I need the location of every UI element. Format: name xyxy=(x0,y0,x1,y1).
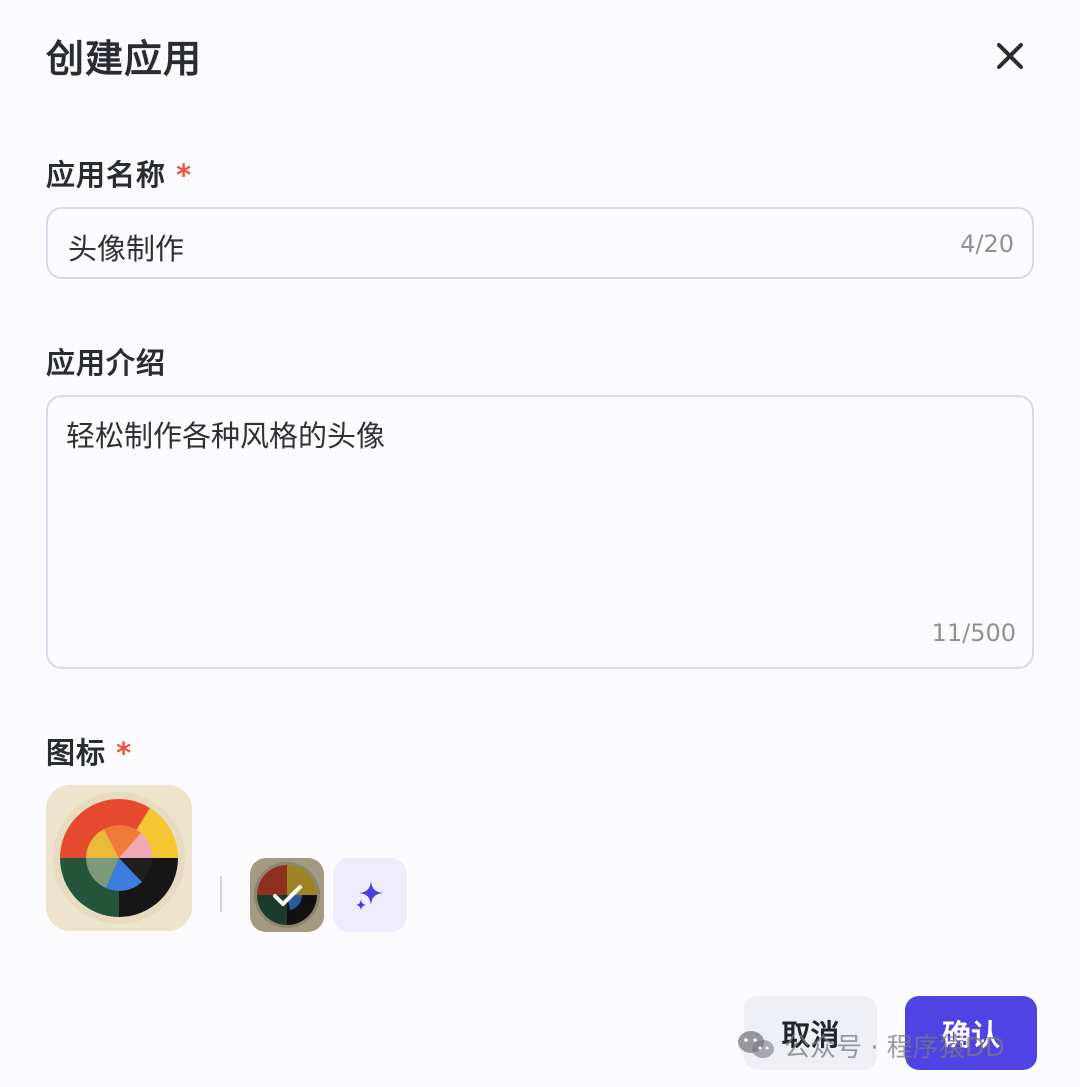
watermark-text: 公众号 · 程序猿DD xyxy=(784,1032,1005,1063)
check-icon xyxy=(273,885,302,906)
wechat-icon xyxy=(738,1031,774,1058)
required-mark: * xyxy=(116,736,133,770)
icon-option-selected[interactable] xyxy=(250,858,324,932)
close-button[interactable] xyxy=(986,32,1034,80)
color-wheel-avatar-icon xyxy=(53,792,185,924)
sparkle-icon xyxy=(356,881,383,910)
required-mark: * xyxy=(176,158,193,192)
icon-preview xyxy=(46,785,192,931)
app-desc-char-count: 11/500 xyxy=(931,619,1016,647)
app-name-value: 头像制作 xyxy=(68,232,185,266)
app-desc-value: 轻松制作各种风格的头像 xyxy=(66,419,386,453)
app-name-char-count: 4/20 xyxy=(960,230,1014,258)
app-name-label-text: 应用名称 xyxy=(46,158,167,192)
icon-label: 图标 * xyxy=(46,730,132,772)
create-app-dialog: 创建应用 应用名称 * 头像制作 4/20 应用介绍 轻松制作各种风格的头像 11… xyxy=(0,0,1080,1087)
watermark: 公众号 · 程序猿DD xyxy=(736,1027,1005,1063)
icon-divider xyxy=(220,876,222,912)
app-desc-label: 应用介绍 xyxy=(46,346,167,380)
app-desc-textarea[interactable]: 轻松制作各种风格的头像 11/500 xyxy=(46,395,1034,669)
close-icon xyxy=(997,43,1023,69)
icon-label-text: 图标 xyxy=(46,736,107,770)
app-name-input[interactable]: 头像制作 4/20 xyxy=(46,207,1034,279)
dialog-title: 创建应用 xyxy=(46,37,203,81)
app-name-label: 应用名称 * xyxy=(46,152,192,194)
ai-generate-icon-button[interactable] xyxy=(333,858,407,932)
